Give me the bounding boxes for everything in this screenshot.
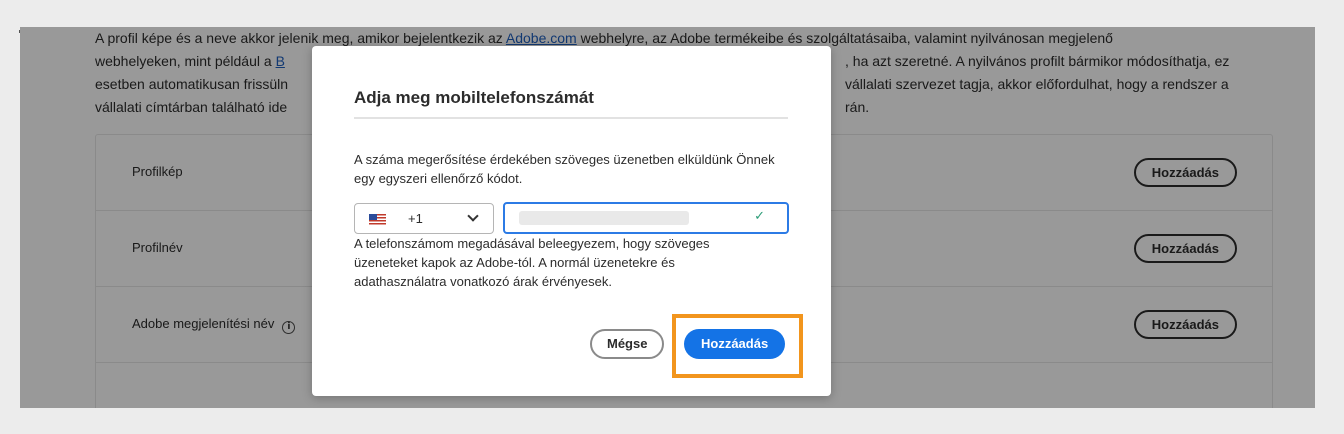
us-flag-icon xyxy=(369,214,386,225)
cancel-button[interactable]: Mégse xyxy=(590,329,665,359)
consent-text: A telefonszámom megadásával beleegyezem,… xyxy=(354,236,710,289)
dialog-description: A száma megerősítése érdekében szöveges … xyxy=(354,152,775,186)
add-button[interactable]: Hozzáadás xyxy=(684,329,786,359)
country-code-value: +1 xyxy=(408,211,423,226)
chevron-down-icon xyxy=(467,210,479,222)
phone-number-dialog: Adja meg mobiltelefonszámát A száma mege… xyxy=(312,46,831,396)
country-code-select[interactable]: +1 xyxy=(354,203,494,234)
phone-number-input[interactable]: ✓ xyxy=(503,202,789,234)
dialog-title: Adja meg mobiltelefonszámát xyxy=(354,88,594,107)
dialog-divider xyxy=(354,117,788,119)
check-icon: ✓ xyxy=(754,209,765,224)
redacted-phone-number xyxy=(519,211,689,225)
